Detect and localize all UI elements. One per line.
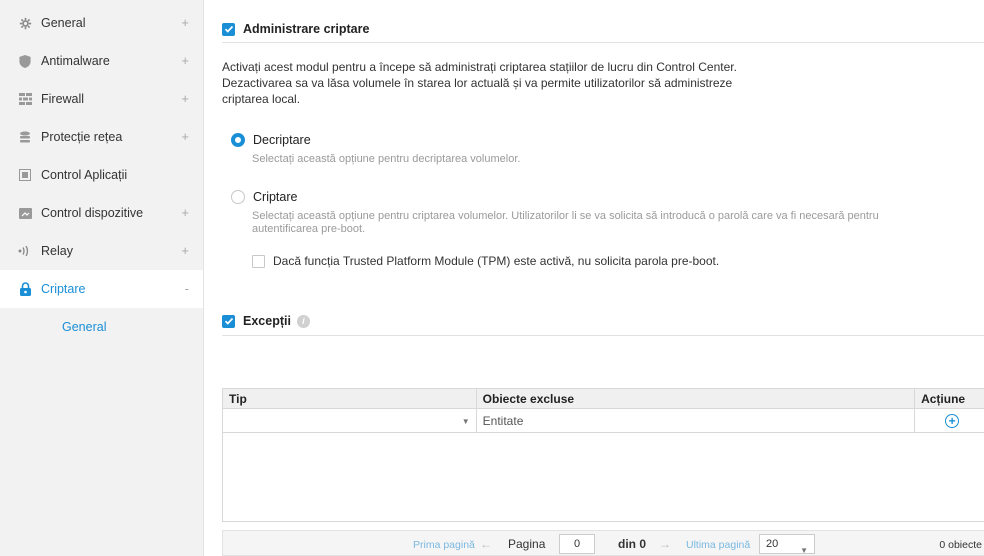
- page-size-select[interactable]: 20 ▼: [759, 534, 815, 555]
- encryption-title: Administrare criptare: [243, 22, 370, 36]
- expand-icon[interactable]: +: [181, 53, 189, 68]
- sidebar: General + Antimalware + Firewall + Prote…: [0, 0, 204, 556]
- first-page-link[interactable]: Prima pagină: [413, 539, 475, 551]
- table-header: Tip Obiecte excluse Acțiune: [223, 389, 984, 409]
- decrypt-radio[interactable]: [231, 133, 245, 147]
- type-select[interactable]: ▼: [223, 409, 477, 432]
- decrypt-label: Decriptare: [253, 133, 311, 147]
- chevron-down-icon: ▼: [461, 417, 470, 426]
- add-icon[interactable]: +: [945, 413, 960, 428]
- encryption-description: Activați acest modul pentru a începe să …: [222, 60, 737, 106]
- lock-icon: [18, 282, 32, 296]
- encryption-section-header[interactable]: Administrare criptare: [222, 22, 369, 36]
- shield-icon: [18, 54, 32, 68]
- page-label: Pagina: [508, 537, 546, 551]
- encrypt-label: Criptare: [253, 190, 298, 204]
- device-icon: [18, 206, 32, 220]
- app-control-icon: [18, 168, 32, 182]
- expand-icon[interactable]: +: [181, 129, 189, 144]
- item-count: 0 obiecte: [939, 539, 982, 551]
- encrypt-hint: Selectați această opțiune pentru criptar…: [252, 210, 879, 235]
- column-action: Acțiune: [921, 391, 966, 406]
- sidebar-item-device-control[interactable]: Control dispozitive +: [0, 194, 203, 232]
- page-number-input[interactable]: 0: [559, 534, 595, 554]
- exceptions-table: Tip Obiecte excluse Acțiune ▼ Entitate +: [222, 388, 984, 522]
- entity-placeholder: Entitate: [482, 413, 524, 428]
- expand-icon[interactable]: +: [181, 91, 189, 106]
- expand-icon[interactable]: +: [181, 243, 189, 258]
- arrow-right-icon[interactable]: →: [659, 537, 671, 551]
- tpm-label: Dacă funcția Trusted Platform Module (TP…: [273, 254, 720, 268]
- sidebar-item-label: Control dispozitive: [41, 206, 144, 220]
- pagination: Prima pagină ← Pagina 0 din 0 → Ultima p…: [222, 530, 984, 556]
- column-type[interactable]: Tip: [223, 389, 477, 408]
- entity-input[interactable]: Entitate: [477, 409, 916, 432]
- tpm-checkbox[interactable]: [252, 254, 265, 268]
- sidebar-item-label: Control Aplicații: [41, 168, 128, 182]
- gear-icon: [18, 16, 32, 30]
- divider: [222, 42, 984, 43]
- sidebar-item-label: Antimalware: [41, 54, 110, 68]
- sidebar-item-label: Criptare: [41, 282, 86, 296]
- sidebar-item-app-control[interactable]: Control Aplicații: [0, 156, 203, 194]
- sidebar-subitem-general[interactable]: General: [0, 308, 203, 346]
- exceptions-title: Excepții: [243, 314, 291, 328]
- column-excluded[interactable]: Obiecte excluse: [477, 389, 916, 408]
- sidebar-subitem-label: General: [62, 320, 107, 334]
- expand-icon[interactable]: +: [181, 205, 189, 220]
- decrypt-option[interactable]: Decriptare: [231, 133, 311, 147]
- action-cell: +: [915, 409, 984, 432]
- sidebar-item-antimalware[interactable]: Antimalware +: [0, 42, 203, 80]
- exceptions-section-header[interactable]: Excepții i: [222, 314, 310, 328]
- main-content: Administrare criptare Activați acest mod…: [204, 0, 984, 556]
- sidebar-item-label: Relay: [41, 244, 73, 258]
- sidebar-item-encryption[interactable]: Criptare -: [0, 270, 203, 308]
- last-page-link[interactable]: Ultima pagină: [686, 539, 750, 551]
- firewall-icon: [18, 92, 32, 106]
- chevron-down-icon: ▼: [800, 546, 808, 555]
- sidebar-item-label: General: [41, 16, 86, 30]
- exceptions-checkbox[interactable]: [222, 314, 235, 328]
- page-total: din 0: [618, 537, 647, 551]
- table-filter-row: ▼ Entitate +: [223, 409, 984, 433]
- sidebar-item-label: Firewall: [41, 92, 85, 106]
- tpm-option[interactable]: Dacă funcția Trusted Platform Module (TP…: [252, 254, 719, 268]
- sidebar-item-general[interactable]: General +: [0, 4, 203, 42]
- sidebar-item-relay[interactable]: Relay +: [0, 232, 203, 270]
- sidebar-item-firewall[interactable]: Firewall +: [0, 80, 203, 118]
- encrypt-option[interactable]: Criptare: [231, 190, 297, 204]
- page-size-value: 20: [766, 538, 779, 550]
- expand-icon[interactable]: +: [181, 15, 189, 30]
- collapse-icon[interactable]: -: [185, 281, 189, 296]
- arrow-left-icon[interactable]: ←: [480, 537, 492, 551]
- sidebar-item-network-protection[interactable]: Protecție rețea +: [0, 118, 203, 156]
- decrypt-hint: Selectați această opțiune pentru decript…: [252, 153, 521, 165]
- info-icon[interactable]: i: [296, 314, 310, 328]
- divider: [222, 335, 984, 336]
- sidebar-item-label: Protecție rețea: [41, 130, 123, 144]
- encryption-checkbox[interactable]: [222, 22, 235, 36]
- network-icon: [18, 130, 32, 144]
- encrypt-radio[interactable]: [231, 190, 245, 204]
- relay-icon: [18, 244, 32, 258]
